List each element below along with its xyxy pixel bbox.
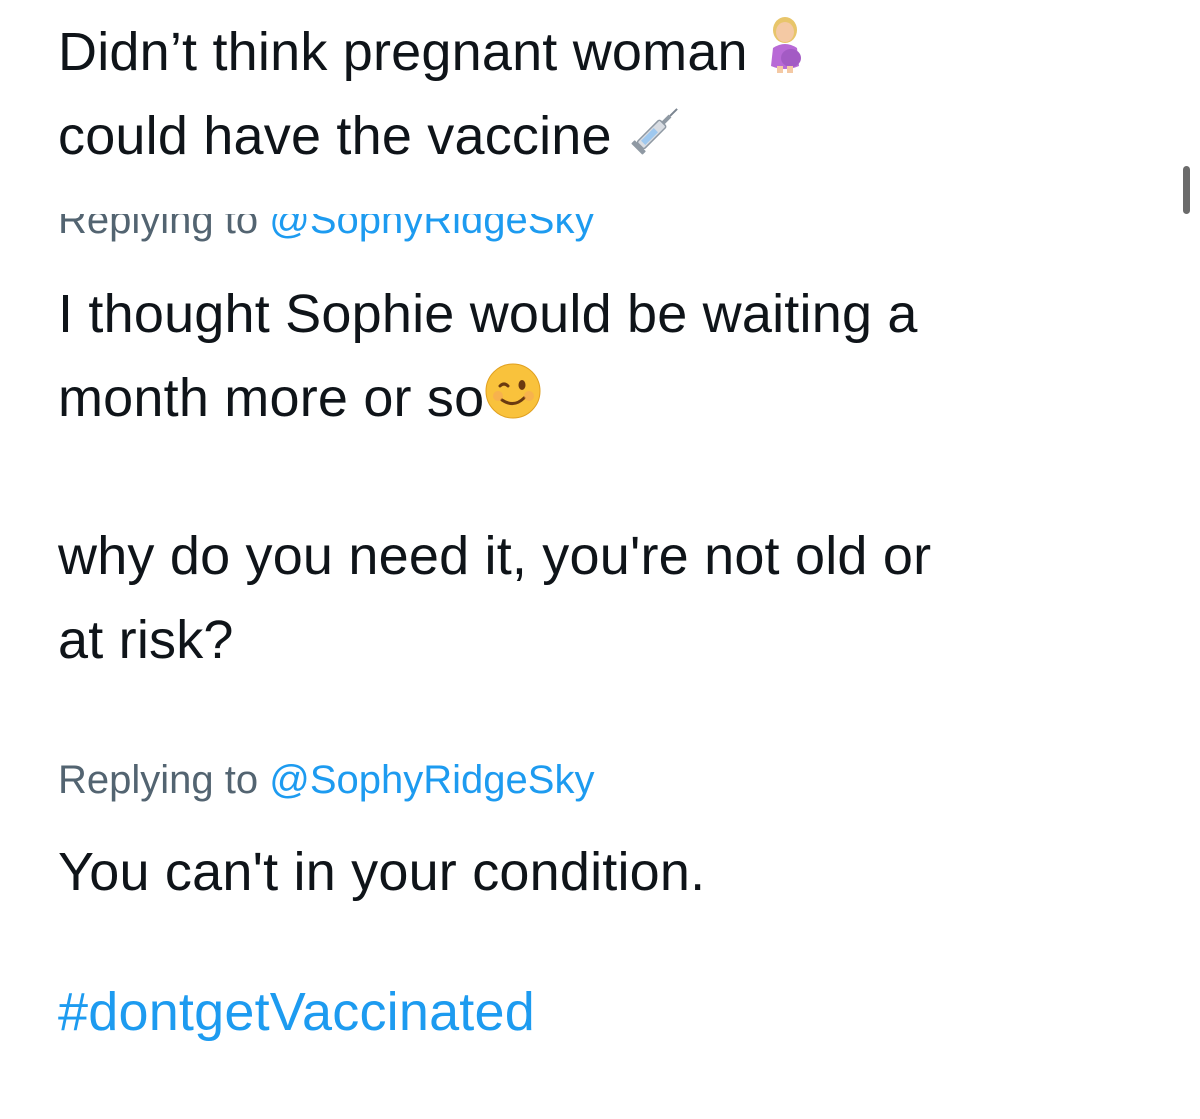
- mention-link[interactable]: @SophyRidgeSky: [269, 758, 594, 802]
- tweet-text-line-2: could have the vaccine: [58, 94, 689, 183]
- syringe-icon: [627, 97, 689, 183]
- reply1-text-line-2: month more or so: [58, 356, 542, 444]
- reply1-text-line-1: I thought Sophie would be waiting a: [58, 284, 918, 344]
- reply1-text-line-4: at risk?: [58, 610, 234, 670]
- reply-context-2: Replying to @SophyRidgeSky: [58, 756, 594, 804]
- reply2-text: You can't in your condition.: [58, 842, 706, 902]
- reply1-text-line-3: why do you need it, you're not old or: [58, 526, 932, 586]
- scrollbar-thumb[interactable]: [1183, 166, 1190, 214]
- mention-link[interactable]: @SophyRidgeSky: [269, 214, 594, 242]
- replying-to-label: Replying to: [58, 214, 259, 242]
- replying-to-label: Replying to: [58, 758, 259, 802]
- reply-context-1: Replying to @SophyRidgeSky: [58, 214, 594, 244]
- hashtag-link[interactable]: #dontgetVaccinated: [58, 970, 535, 1054]
- tweet-text-line-1: Didn’t think pregnant woman: [58, 10, 807, 98]
- winking-face-icon: [484, 360, 542, 444]
- pregnant-woman-icon: [763, 14, 807, 98]
